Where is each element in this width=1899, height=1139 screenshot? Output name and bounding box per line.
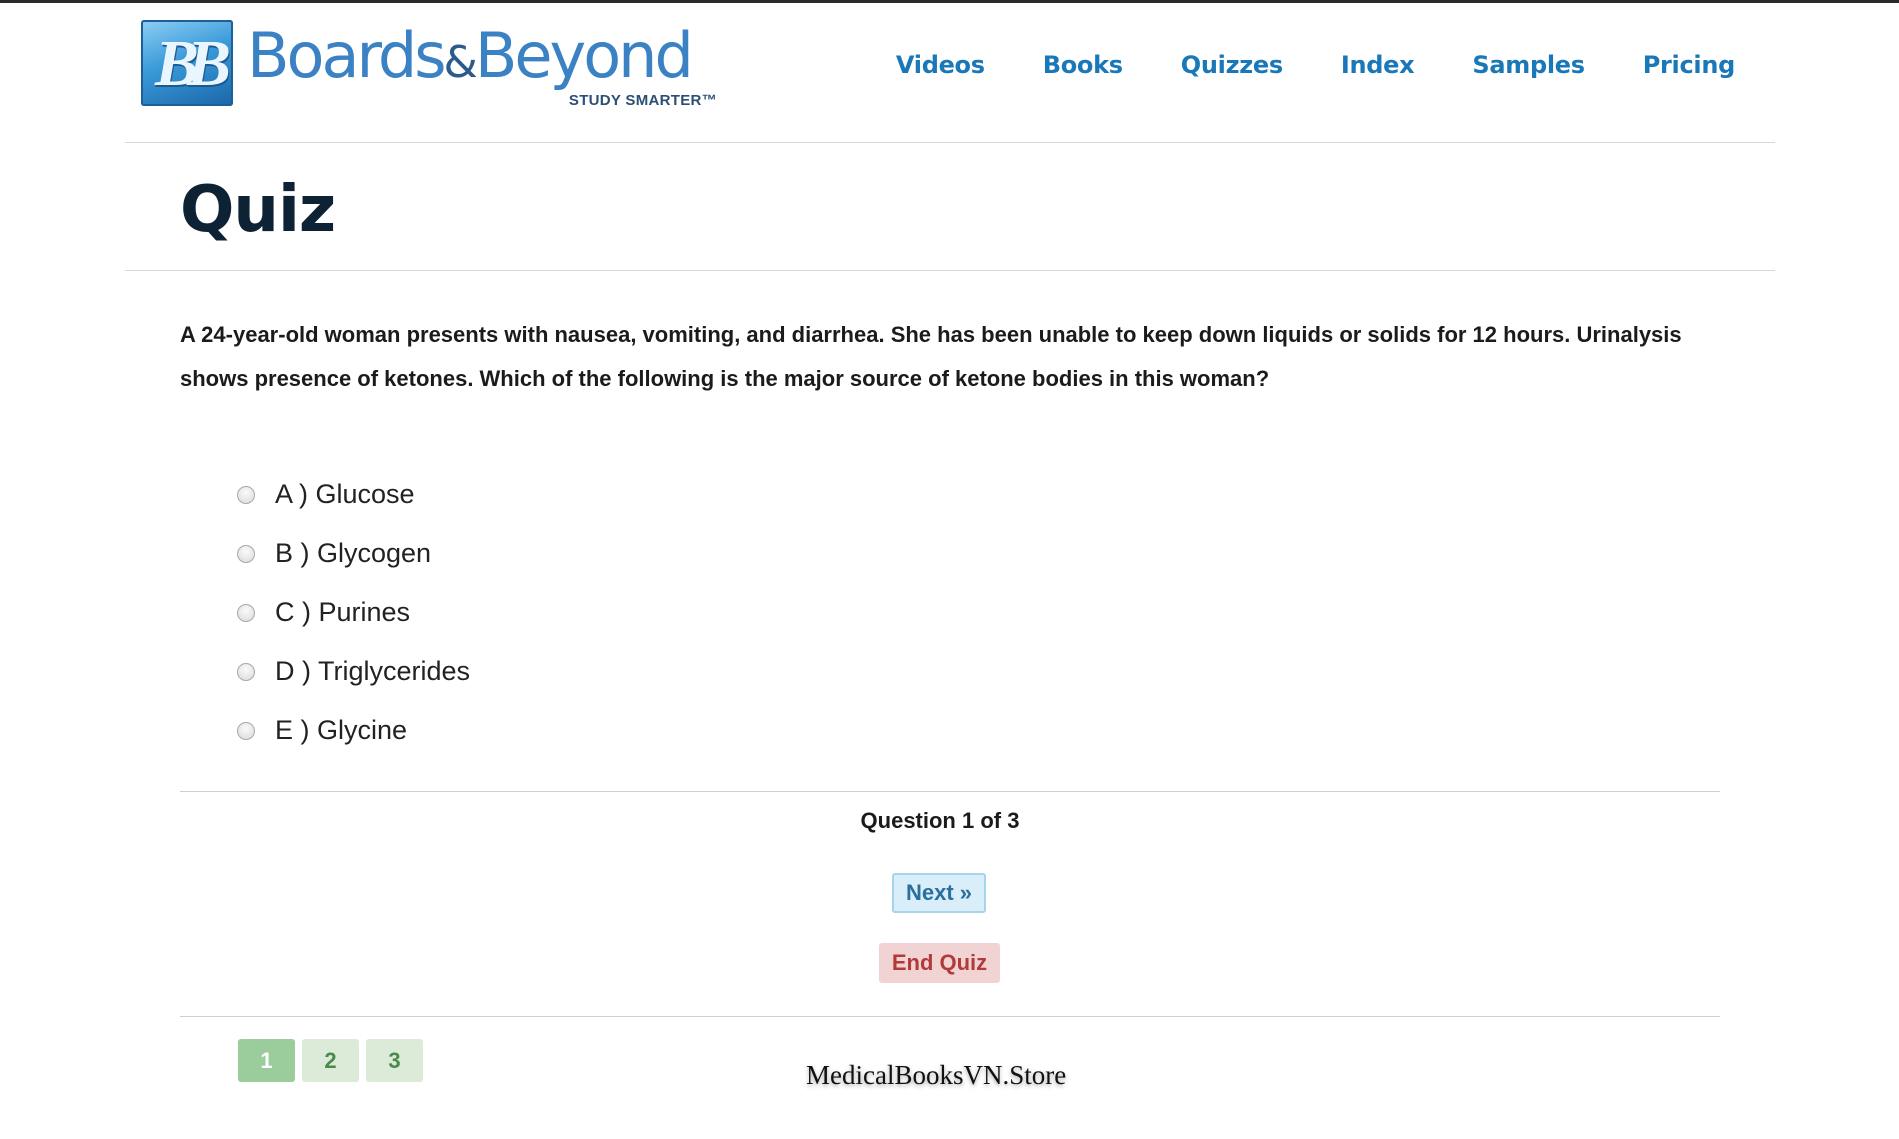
answer-option-d[interactable]: D ) Triglycerides	[237, 642, 470, 701]
end-quiz-button[interactable]: End Quiz	[879, 943, 1000, 983]
page-button-3[interactable]: 3	[366, 1039, 423, 1082]
logo-mark-letters: BB	[154, 27, 231, 100]
answer-label-a: A ) Glucose	[275, 479, 415, 509]
radio-button-e[interactable]	[237, 721, 255, 740]
title-band: Quiz	[125, 143, 1775, 271]
nav-link-samples[interactable]: Samples	[1472, 51, 1585, 79]
site-logo[interactable]: BB Boards&Beyond STUDY SMARTER™	[141, 20, 717, 114]
page-button-1[interactable]: 1	[238, 1039, 295, 1082]
next-button[interactable]: Next »	[892, 873, 986, 913]
divider-top	[180, 791, 1720, 792]
question-text: A 24-year-old woman presents with nausea…	[180, 322, 1682, 391]
nav-link-books[interactable]: Books	[1043, 51, 1123, 79]
radio-button-a[interactable]	[237, 485, 255, 504]
answer-option-e[interactable]: E ) Glycine	[237, 701, 470, 760]
answer-option-a[interactable]: A ) Glucose	[237, 465, 470, 524]
answer-option-c[interactable]: C ) Purines	[237, 583, 470, 642]
answer-label-d: D ) Triglycerides	[275, 656, 471, 686]
nav-link-pricing[interactable]: Pricing	[1643, 51, 1736, 79]
logo-mark-icon: BB	[141, 20, 233, 106]
logo-tagline: STUDY SMARTER™	[568, 92, 717, 109]
radio-button-c[interactable]	[237, 603, 255, 622]
page-title: Quiz	[180, 173, 336, 247]
page-button-2[interactable]: 2	[302, 1039, 359, 1082]
watermark-text: MedicalBooksVN.Store	[806, 1060, 1067, 1090]
answer-label-e: E ) Glycine	[275, 715, 408, 745]
site-header: BB Boards&Beyond STUDY SMARTER™ Videos B…	[125, 3, 1775, 143]
logo-brand-name: Boards&Beyond	[247, 19, 694, 92]
logo-wordmark: Boards&Beyond STUDY SMARTER™	[247, 24, 717, 114]
answer-option-b[interactable]: B ) Glycogen	[237, 524, 470, 583]
answer-label-b: B ) Glycogen	[275, 538, 432, 568]
radio-button-d[interactable]	[237, 662, 255, 681]
nav-link-quizzes[interactable]: Quizzes	[1181, 51, 1283, 79]
question-progress: Question 1 of 3	[860, 808, 1020, 833]
radio-button-b[interactable]	[237, 544, 255, 563]
question-pager: 1 2 3	[238, 1039, 430, 1082]
nav-link-index[interactable]: Index	[1341, 51, 1415, 79]
divider-bottom	[180, 1016, 1720, 1017]
answer-label-c: C ) Purines	[275, 597, 411, 627]
answer-list: A ) Glucose B ) Glycogen C ) Purines D )…	[237, 465, 470, 760]
main-nav: Videos Books Quizzes Index Samples Prici…	[838, 51, 1735, 79]
nav-link-videos[interactable]: Videos	[896, 51, 985, 79]
